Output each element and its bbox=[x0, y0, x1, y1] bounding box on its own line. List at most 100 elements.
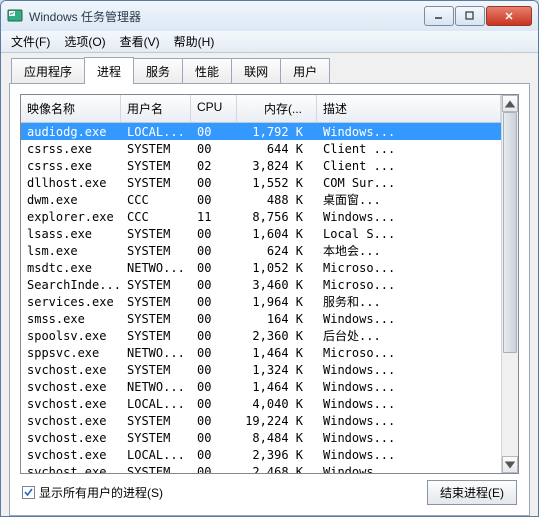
cell-mem: 3,824 K bbox=[237, 158, 317, 174]
table-row[interactable]: csrss.exeSYSTEM00644 KClient ... bbox=[21, 140, 501, 157]
menu-help[interactable]: 帮助(H) bbox=[168, 31, 221, 52]
tab-applications[interactable]: 应用程序 bbox=[11, 58, 85, 83]
scroll-down-button[interactable] bbox=[502, 456, 518, 473]
cell-desc: 本地会... bbox=[317, 241, 501, 260]
cell-cpu: 00 bbox=[191, 345, 237, 361]
cell-img: dllhost.exe bbox=[21, 175, 121, 191]
cell-mem: 488 K bbox=[237, 192, 317, 208]
table-row[interactable]: spoolsv.exeSYSTEM002,360 K后台处... bbox=[21, 327, 501, 344]
tab-processes[interactable]: 进程 bbox=[84, 57, 134, 84]
menu-options[interactable]: 选项(O) bbox=[58, 31, 111, 52]
titlebar[interactable]: Windows 任务管理器 bbox=[1, 1, 538, 31]
cell-cpu: 00 bbox=[191, 124, 237, 140]
column-headers: 映像名称 用户名 CPU 内存(... 描述 bbox=[21, 95, 501, 123]
table-row[interactable]: svchost.exeLOCAL...004,040 KWindows... bbox=[21, 395, 501, 412]
minimize-button[interactable] bbox=[424, 6, 454, 26]
menu-file[interactable]: 文件(F) bbox=[5, 31, 56, 52]
process-rows: audiodg.exeLOCAL...001,792 KWindows...cs… bbox=[21, 123, 501, 473]
table-row[interactable]: dllhost.exeSYSTEM001,552 KCOM Sur... bbox=[21, 174, 501, 191]
cell-desc: Windows... bbox=[317, 124, 501, 140]
app-icon bbox=[7, 8, 23, 24]
show-all-users-label: 显示所有用户的进程(S) bbox=[39, 484, 163, 501]
tab-networking[interactable]: 联网 bbox=[231, 58, 281, 83]
menu-view[interactable]: 查看(V) bbox=[114, 31, 166, 52]
cell-desc: Local S... bbox=[317, 226, 501, 242]
cell-cpu: 00 bbox=[191, 175, 237, 191]
scroll-thumb[interactable] bbox=[503, 112, 517, 353]
cell-user: NETWO... bbox=[121, 379, 191, 395]
cell-mem: 4,040 K bbox=[237, 396, 317, 412]
cell-user: SYSTEM bbox=[121, 328, 191, 344]
maximize-button[interactable] bbox=[455, 6, 485, 26]
table-row[interactable]: services.exeSYSTEM001,964 K服务和... bbox=[21, 293, 501, 310]
col-user-name[interactable]: 用户名 bbox=[121, 95, 191, 122]
table-row[interactable]: audiodg.exeLOCAL...001,792 KWindows... bbox=[21, 123, 501, 140]
table-row[interactable]: SearchInde...SYSTEM003,460 KMicroso... bbox=[21, 276, 501, 293]
tab-performance[interactable]: 性能 bbox=[182, 58, 232, 83]
table-row[interactable]: explorer.exeCCC118,756 KWindows... bbox=[21, 208, 501, 225]
col-image-name[interactable]: 映像名称 bbox=[21, 95, 121, 122]
table-row[interactable]: smss.exeSYSTEM00164 KWindows... bbox=[21, 310, 501, 327]
cell-mem: 1,464 K bbox=[237, 345, 317, 361]
show-all-users-checkbox[interactable]: 显示所有用户的进程(S) bbox=[22, 484, 163, 501]
cell-mem: 1,324 K bbox=[237, 362, 317, 378]
scroll-track[interactable] bbox=[502, 112, 518, 456]
table-row[interactable]: lsass.exeSYSTEM001,604 KLocal S... bbox=[21, 225, 501, 242]
cell-desc: Windows... bbox=[317, 311, 501, 327]
cell-mem: 1,964 K bbox=[237, 294, 317, 310]
table-row[interactable]: svchost.exeSYSTEM001,324 KWindows... bbox=[21, 361, 501, 378]
cell-mem: 8,756 K bbox=[237, 209, 317, 225]
cell-user: SYSTEM bbox=[121, 226, 191, 242]
cell-cpu: 00 bbox=[191, 277, 237, 293]
cell-mem: 3,460 K bbox=[237, 277, 317, 293]
cell-mem: 8,484 K bbox=[237, 430, 317, 446]
cell-cpu: 00 bbox=[191, 294, 237, 310]
cell-img: lsm.exe bbox=[21, 243, 121, 259]
cell-desc: Windows... bbox=[317, 464, 501, 474]
table-row[interactable]: svchost.exeLOCAL...002,396 KWindows... bbox=[21, 446, 501, 463]
table-row[interactable]: svchost.exeNETWO...001,464 KWindows... bbox=[21, 378, 501, 395]
panel-footer: 显示所有用户的进程(S) 结束进程(E) bbox=[20, 474, 519, 509]
vertical-scrollbar[interactable] bbox=[501, 95, 518, 473]
table-row[interactable]: svchost.exeSYSTEM0019,224 KWindows... bbox=[21, 412, 501, 429]
cell-desc: Microso... bbox=[317, 260, 501, 276]
cell-cpu: 00 bbox=[191, 226, 237, 242]
table-row[interactable]: svchost.exeSYSTEM002,468 KWindows... bbox=[21, 463, 501, 473]
cell-desc: Windows... bbox=[317, 209, 501, 225]
table-row[interactable]: dwm.exeCCC00488 K桌面窗... bbox=[21, 191, 501, 208]
table-row[interactable]: svchost.exeSYSTEM008,484 KWindows... bbox=[21, 429, 501, 446]
cell-img: csrss.exe bbox=[21, 141, 121, 157]
cell-cpu: 00 bbox=[191, 141, 237, 157]
cell-desc: Microso... bbox=[317, 345, 501, 361]
tab-users[interactable]: 用户 bbox=[280, 58, 330, 83]
table-row[interactable]: csrss.exeSYSTEM023,824 KClient ... bbox=[21, 157, 501, 174]
cell-cpu: 00 bbox=[191, 447, 237, 463]
col-cpu[interactable]: CPU bbox=[191, 95, 237, 122]
scroll-up-button[interactable] bbox=[502, 95, 518, 112]
cell-mem: 2,468 K bbox=[237, 464, 317, 474]
cell-img: sppsvc.exe bbox=[21, 345, 121, 361]
end-process-button[interactable]: 结束进程(E) bbox=[427, 480, 517, 505]
table-row[interactable]: sppsvc.exeNETWO...001,464 KMicroso... bbox=[21, 344, 501, 361]
table-row[interactable]: lsm.exeSYSTEM00624 K本地会... bbox=[21, 242, 501, 259]
cell-img: svchost.exe bbox=[21, 362, 121, 378]
cell-mem: 644 K bbox=[237, 141, 317, 157]
tab-services[interactable]: 服务 bbox=[133, 58, 183, 83]
col-description[interactable]: 描述 bbox=[317, 95, 501, 122]
cell-cpu: 00 bbox=[191, 413, 237, 429]
table-row[interactable]: msdtc.exeNETWO...001,052 KMicroso... bbox=[21, 259, 501, 276]
cell-desc: Windows... bbox=[317, 413, 501, 429]
cell-img: explorer.exe bbox=[21, 209, 121, 225]
cell-mem: 1,464 K bbox=[237, 379, 317, 395]
cell-desc: Client ... bbox=[317, 141, 501, 157]
close-button[interactable] bbox=[486, 6, 532, 26]
checkbox-icon bbox=[22, 486, 35, 499]
cell-cpu: 00 bbox=[191, 243, 237, 259]
cell-img: svchost.exe bbox=[21, 447, 121, 463]
col-memory[interactable]: 内存(... bbox=[237, 95, 317, 122]
cell-desc: Windows... bbox=[317, 430, 501, 446]
cell-user: CCC bbox=[121, 192, 191, 208]
cell-user: SYSTEM bbox=[121, 464, 191, 474]
cell-mem: 1,792 K bbox=[237, 124, 317, 140]
cell-desc: 桌面窗... bbox=[317, 190, 501, 209]
